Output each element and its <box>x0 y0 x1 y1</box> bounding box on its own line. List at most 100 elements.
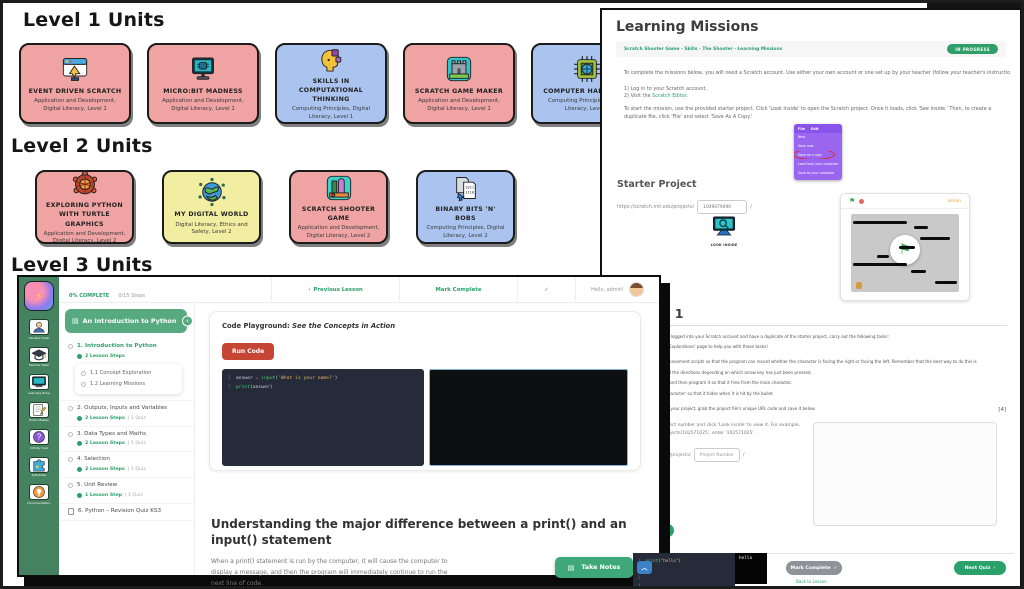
divider <box>617 325 1007 326</box>
steps-label: 0/15 Steps <box>118 293 145 299</box>
mark-complete-link[interactable]: Mark Complete <box>399 277 517 302</box>
lesson-item-title: 4. Selection <box>77 456 110 463</box>
arrow-right-icon: › <box>993 566 995 571</box>
lesson-steps-label: 2 Lesson Steps <box>85 441 125 446</box>
svg-text:11101: 11101 <box>465 190 476 194</box>
rail-item-puzzles[interactable]: PyPuzzles <box>22 457 56 478</box>
scratch-menu-item[interactable]: Load from your computer <box>794 159 842 168</box>
unit-card[interactable]: EVENT DRIVEN SCRATCHApplication and Deve… <box>19 43 131 124</box>
unit-card[interactable]: SCRATCH GAME MAKERApplication and Develo… <box>403 43 515 124</box>
shooter-icon <box>325 174 353 202</box>
take-notes-button[interactable]: ▤ Take Notes <box>555 557 633 578</box>
python-lesson-window: ⚡ Student Dash Teacher Dash Learning Zone E… <box>17 275 661 577</box>
rail-item-learning[interactable]: Learning Zone <box>22 374 56 395</box>
platform-line <box>920 237 950 240</box>
quiz-count-label: | 1 Quiz <box>128 416 146 421</box>
answer-project-number-input[interactable]: Project Number <box>694 448 740 462</box>
sidebar-lesson-item[interactable]: 2. Outputs, Inputs and Variables2 Lesson… <box>59 401 194 427</box>
app-logo-icon[interactable]: ⚡ <box>24 281 54 311</box>
unit-card[interactable]: SKILLS IN COMPUTATIONAL THINKINGComputin… <box>275 43 387 124</box>
monitor-chip-icon <box>188 54 218 84</box>
previous-lesson-button[interactable]: ‹ Previous Lesson <box>271 277 399 302</box>
unit-card[interactable]: MICRO:BIT MADNESSApplication and Develop… <box>147 43 259 124</box>
green-flag-icon[interactable]: ⚑ <box>849 198 855 205</box>
project-number-input[interactable]: 1049079490 <box>697 200 747 214</box>
progress-circle-icon <box>68 406 73 411</box>
sidebar-lesson-item[interactable]: 1. Introduction to Python2 Lesson Steps1… <box>59 339 194 401</box>
scroll-top-button[interactable]: ︿ <box>637 561 652 574</box>
unit-card-subtitle: Computing Principles, Digital Literacy, … <box>424 225 507 240</box>
rail-item-teacher[interactable]: Teacher Dash <box>22 347 56 368</box>
scratch-menu-tabs[interactable]: File Edit <box>794 124 842 133</box>
progress-circle-icon <box>81 371 86 376</box>
lesson-steps-label: 2 Lesson Steps <box>85 416 125 421</box>
unit-card-subtitle: Application and Development, Digital Lit… <box>27 98 123 113</box>
platform-line <box>914 226 928 229</box>
unit-card[interactable]: SCRATCH SHOOTER GAMEApplication and Deve… <box>289 170 388 244</box>
mark-complete-button[interactable]: Mark Complete✓ <box>786 561 842 575</box>
rail-item-quiz[interactable]: ?Infinity Quiz <box>22 429 56 450</box>
svg-text:10111: 10111 <box>465 186 476 190</box>
look-inside-monitor-icon <box>711 222 737 241</box>
lesson-steps-label: 1 Lesson Step <box>85 493 122 498</box>
user-menu[interactable]: Hello, admin! <box>575 277 659 302</box>
intro-text: To complete the missions below, you will… <box>624 69 1010 77</box>
unit-card-title: BINARY BITS 'N' BOBS <box>424 205 507 223</box>
stop-icon[interactable] <box>859 199 864 204</box>
rail-item-docs[interactable]: Documentation <box>22 484 56 505</box>
mission-task-line: Once certain that you are logged into yo… <box>617 333 1011 341</box>
nav-rail: ⚡ Student Dash Teacher Dash Learning Zone E… <box>19 277 59 575</box>
browser-cursor-icon <box>60 54 90 84</box>
scratch-menu-item[interactable]: New <box>794 133 842 142</box>
rail-item-label: Infinity Quiz <box>22 447 56 450</box>
scratch-file-menu: File Edit NewSave nowSave as a copyLoad … <box>794 124 842 180</box>
lesson-step-label: 1.2 Learning Missions <box>90 381 145 387</box>
sidebar-lesson-item[interactable]: 3. Data Types and Maths2 Lesson Steps| 1… <box>59 427 194 453</box>
rail-item-student[interactable]: Student Dash <box>22 319 56 340</box>
progress-section: 0% COMPLETE 0/15 Steps <box>59 277 271 302</box>
answer-textarea[interactable] <box>813 422 997 526</box>
lesson-item-title: 6. Python – Revision Quiz KS3 <box>78 508 161 515</box>
progress-circle-icon <box>68 344 73 349</box>
marks-badge: [4] <box>998 407 1006 413</box>
lesson-step-link[interactable]: 1.1 Concept Exploration <box>81 368 176 379</box>
sidebar-lesson-item[interactable]: 5. Unit Review1 Lesson Step| 1 Quiz <box>59 478 194 504</box>
lesson-step-link[interactable]: 1.2 Learning Missions <box>81 379 176 390</box>
progress-circle-icon <box>68 483 73 488</box>
lesson-step-label: 1.1 Concept Exploration <box>90 370 151 376</box>
scratch-menu-item[interactable]: Save as a copy <box>794 151 842 160</box>
mission-task-line: 3) Program the 'baddie character' so tha… <box>617 390 1011 398</box>
scratch-menu-item[interactable]: Save to your computer <box>794 168 842 177</box>
look-inside-button[interactable]: LOOK INSIDE <box>706 216 742 247</box>
unit-card-subtitle: Computing Principles, Digital Literacy, … <box>283 106 379 121</box>
scratch-stage-preview: ⚑ admin ⚑ <box>840 193 970 301</box>
example-output: hello <box>735 553 767 584</box>
scratch-editor-link[interactable]: Scratch Editor <box>652 93 686 99</box>
file-menu-label: File <box>798 127 805 131</box>
unit-card[interactable]: 1011111101 BINARY BITS 'N' BOBS Computing … <box>416 170 515 244</box>
complete-check-icon[interactable]: ✓ <box>517 277 575 302</box>
rail-item-exam[interactable]: Exam Master <box>22 402 56 423</box>
scratch-menu-item[interactable]: Save now <box>794 142 842 151</box>
run-code-button[interactable]: Run Code <box>222 343 274 360</box>
sidebar-lesson-item[interactable]: 6. Python – Revision Quiz KS3 <box>59 504 194 521</box>
code-editor[interactable]: 1answer = input('What is your name?')2pr… <box>222 369 424 466</box>
document-icon: ▤ <box>72 318 79 325</box>
page-title: Learning Missions <box>616 19 759 35</box>
progress-circle-icon <box>81 382 86 387</box>
breadcrumb[interactable]: Scratch Shooter Game - Skills - The Shoo… <box>624 47 782 52</box>
collapse-sidebar-icon[interactable]: ‹ <box>182 316 193 327</box>
back-to-lesson-link[interactable]: Back to Lesson <box>796 579 827 584</box>
unit-card[interactable]: MY DIGITAL WORLDDigital Literacy, Ethics… <box>162 170 261 244</box>
unit-header[interactable]: ▤ An Introduction to Python ‹ <box>65 309 187 333</box>
mission-task-line: 1) Edit the left and right movement scri… <box>617 358 1011 366</box>
play-flag-button[interactable]: ⚑ <box>890 235 920 265</box>
unit-card[interactable]: EXPLORING PYTHON WITH TURTLE GRAPHICSApp… <box>35 170 134 244</box>
steps-dot-icon <box>77 467 82 472</box>
platform-line <box>853 263 907 266</box>
quiz-count-label: | 1 Quiz <box>128 467 146 472</box>
next-quiz-button[interactable]: Next Quiz› <box>954 561 1006 575</box>
progress-label: 0% COMPLETE <box>69 293 109 299</box>
docs-icon <box>29 484 49 500</box>
sidebar-lesson-item[interactable]: 4. Selection2 Lesson Steps| 1 Quiz <box>59 452 194 478</box>
